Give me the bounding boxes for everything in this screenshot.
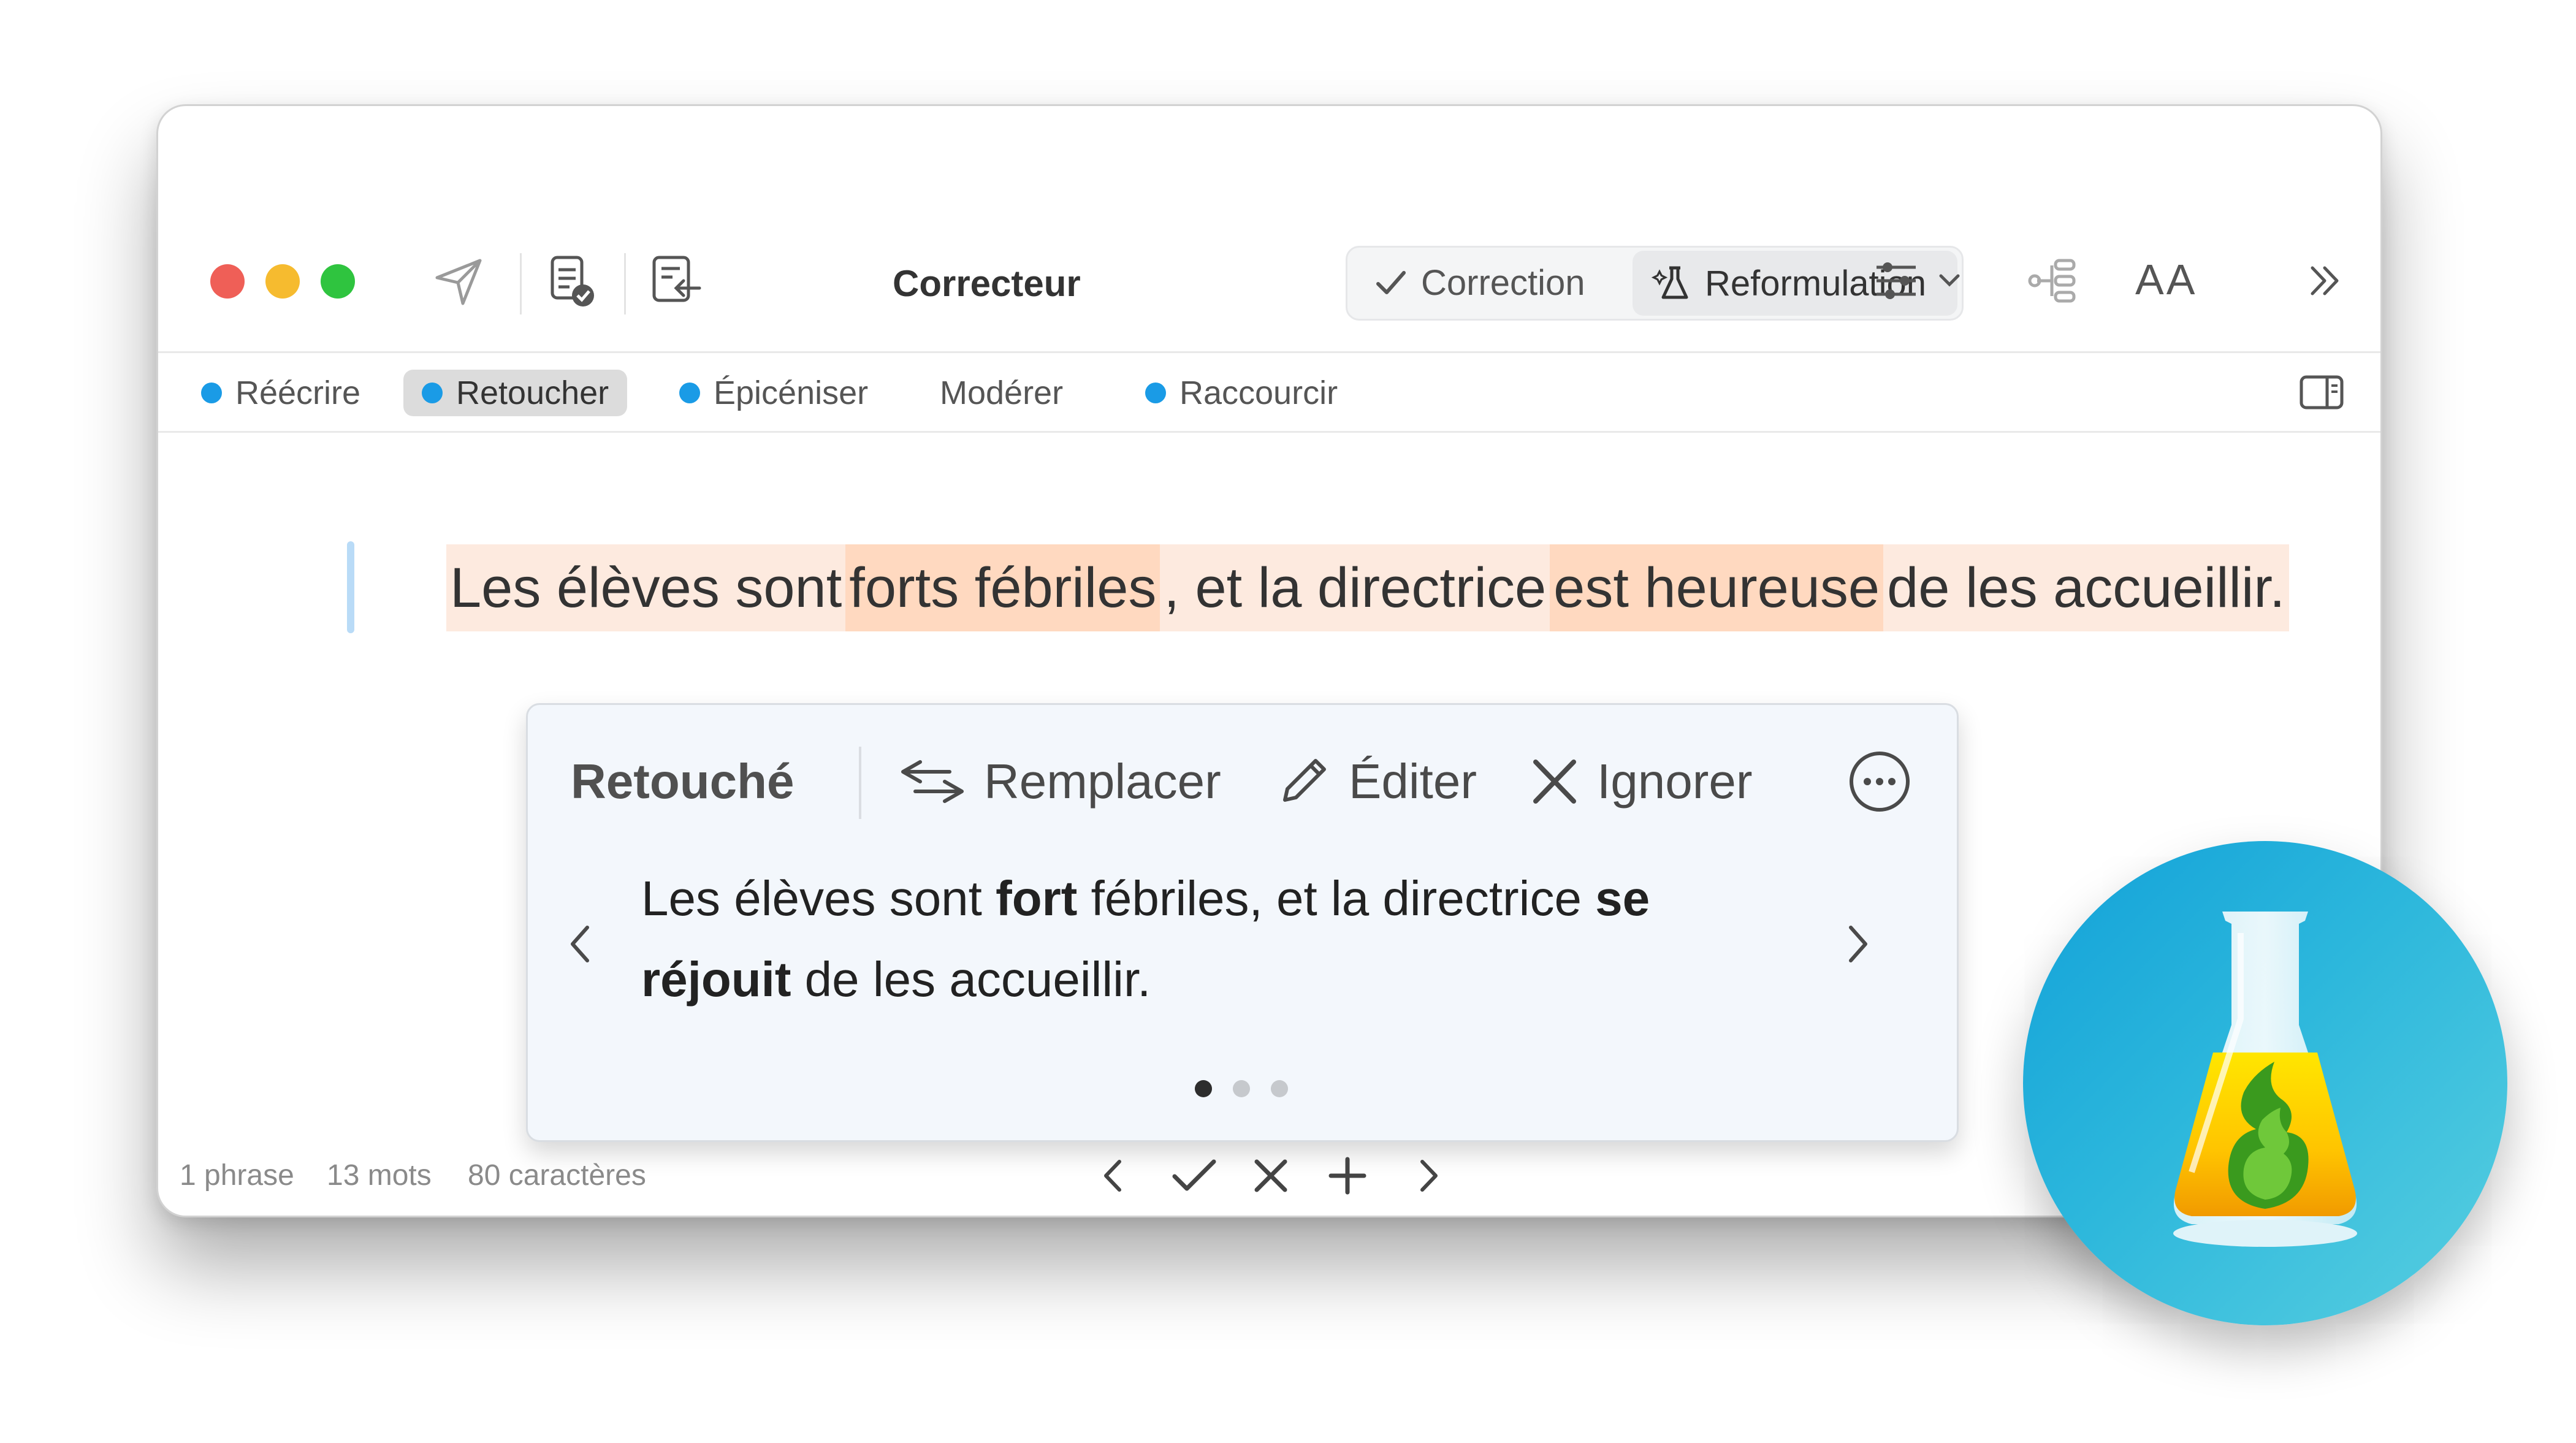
font-size-icon: AA bbox=[2135, 256, 2198, 303]
suggestion-text-part: fébriles, et la directrice bbox=[1077, 871, 1596, 926]
tab-label: Réécrire bbox=[235, 375, 361, 411]
word-count: 13 mots bbox=[327, 1159, 432, 1192]
checkmark-icon[interactable] bbox=[1170, 1154, 1219, 1197]
chevron-right-icon[interactable] bbox=[1409, 1154, 1446, 1197]
suggestion-text-part: Les élèves sont bbox=[641, 871, 996, 926]
status-dot bbox=[1145, 383, 1166, 403]
status-dot bbox=[422, 383, 443, 403]
sentence-text: , et la directrice bbox=[1160, 544, 1550, 631]
chevron-down-icon[interactable] bbox=[1936, 268, 1963, 293]
status-dot bbox=[201, 383, 222, 403]
chevron-right-icon[interactable] bbox=[1840, 916, 1877, 972]
suggestion-title: Retouché bbox=[571, 754, 795, 809]
status-dot bbox=[679, 383, 700, 403]
chevron-left-icon[interactable] bbox=[562, 916, 598, 972]
pencil-icon bbox=[1283, 759, 1326, 802]
tab-retoucher[interactable]: Retoucher bbox=[403, 370, 628, 416]
toolbar-divider bbox=[520, 253, 522, 314]
close-icon[interactable] bbox=[1249, 1154, 1292, 1197]
suggestion-text-part: de les accueillir. bbox=[791, 952, 1151, 1007]
plus-icon[interactable] bbox=[1326, 1154, 1369, 1197]
sentence-issue[interactable]: forts fébriles bbox=[845, 544, 1160, 631]
ignore-button[interactable]: Ignorer bbox=[1527, 751, 1752, 812]
tab-label: Retoucher bbox=[456, 375, 609, 411]
sidebar-toggle-icon[interactable] bbox=[2298, 371, 2347, 414]
zoom-window-button[interactable] bbox=[321, 264, 355, 299]
sentence-count: 1 phrase bbox=[180, 1159, 294, 1192]
popover-divider bbox=[859, 747, 861, 819]
close-window-button[interactable] bbox=[210, 264, 245, 299]
font-size-button[interactable]: AA bbox=[2135, 252, 2197, 307]
document-check-icon[interactable] bbox=[541, 250, 603, 311]
replace-label: Remplacer bbox=[984, 754, 1221, 809]
correction-mode-label: Correction bbox=[1421, 262, 1585, 303]
suggestion-popover: Retouché Remplacer Éditer Ignorer Les él… bbox=[526, 703, 1959, 1142]
tabbar-separator bbox=[158, 431, 2380, 433]
tab-label: Épicéniser bbox=[714, 375, 869, 411]
tree-list-icon[interactable] bbox=[2025, 253, 2080, 308]
close-icon bbox=[1533, 760, 1576, 804]
double-chevron-right-icon[interactable] bbox=[2304, 259, 2347, 302]
toolbar-divider bbox=[624, 253, 626, 314]
suggestion-text: Les élèves sont fort fébriles, et la dir… bbox=[641, 858, 1794, 1020]
flask-sparkle-icon bbox=[1651, 266, 1688, 299]
suggestion-change: fort bbox=[996, 871, 1078, 926]
correction-mode-button[interactable]: Correction bbox=[1354, 251, 1629, 314]
page-dot[interactable] bbox=[1233, 1080, 1250, 1097]
sentence-text: de les accueillir. bbox=[1883, 544, 2289, 631]
tab-epiceniser[interactable]: Épicéniser bbox=[661, 370, 886, 416]
window-title: Correcteur bbox=[893, 263, 1081, 304]
app-icon bbox=[2023, 841, 2507, 1325]
sentence-marker bbox=[347, 541, 354, 633]
more-options-icon[interactable] bbox=[1846, 748, 1913, 815]
page-dot[interactable] bbox=[1195, 1080, 1212, 1097]
swap-arrows-icon bbox=[901, 760, 964, 803]
tab-raccourcir[interactable]: Raccourcir bbox=[1127, 370, 1356, 416]
flask-icon bbox=[2173, 912, 2357, 1247]
tab-label: Raccourcir bbox=[1179, 375, 1338, 411]
page-dot[interactable] bbox=[1271, 1080, 1288, 1097]
replace-button[interactable]: Remplacer bbox=[896, 751, 1221, 812]
analyzed-sentence: Les élèves sont forts fébriles, et la di… bbox=[446, 544, 2289, 631]
send-icon[interactable] bbox=[431, 253, 486, 308]
sentence-issue[interactable]: est heureuse bbox=[1550, 544, 1884, 631]
ignore-label: Ignorer bbox=[1597, 754, 1753, 809]
sliders-icon[interactable] bbox=[1872, 256, 1921, 305]
tab-moderer[interactable]: Modérer bbox=[921, 370, 1081, 416]
sentence-text: Les élèves sont bbox=[446, 544, 846, 631]
checkmark-icon bbox=[1376, 271, 1406, 294]
page-indicator bbox=[1195, 1080, 1288, 1097]
toolbar-separator bbox=[158, 351, 2380, 353]
edit-label: Éditer bbox=[1349, 754, 1477, 809]
tab-reecrire[interactable]: Réécrire bbox=[183, 370, 379, 416]
chevron-left-icon[interactable] bbox=[1096, 1154, 1133, 1197]
character-count: 80 caractères bbox=[468, 1159, 646, 1192]
edit-button[interactable]: Éditer bbox=[1273, 751, 1477, 812]
minimize-window-button[interactable] bbox=[265, 264, 300, 299]
import-text-icon[interactable] bbox=[646, 250, 707, 311]
tab-label: Modérer bbox=[940, 375, 1064, 411]
